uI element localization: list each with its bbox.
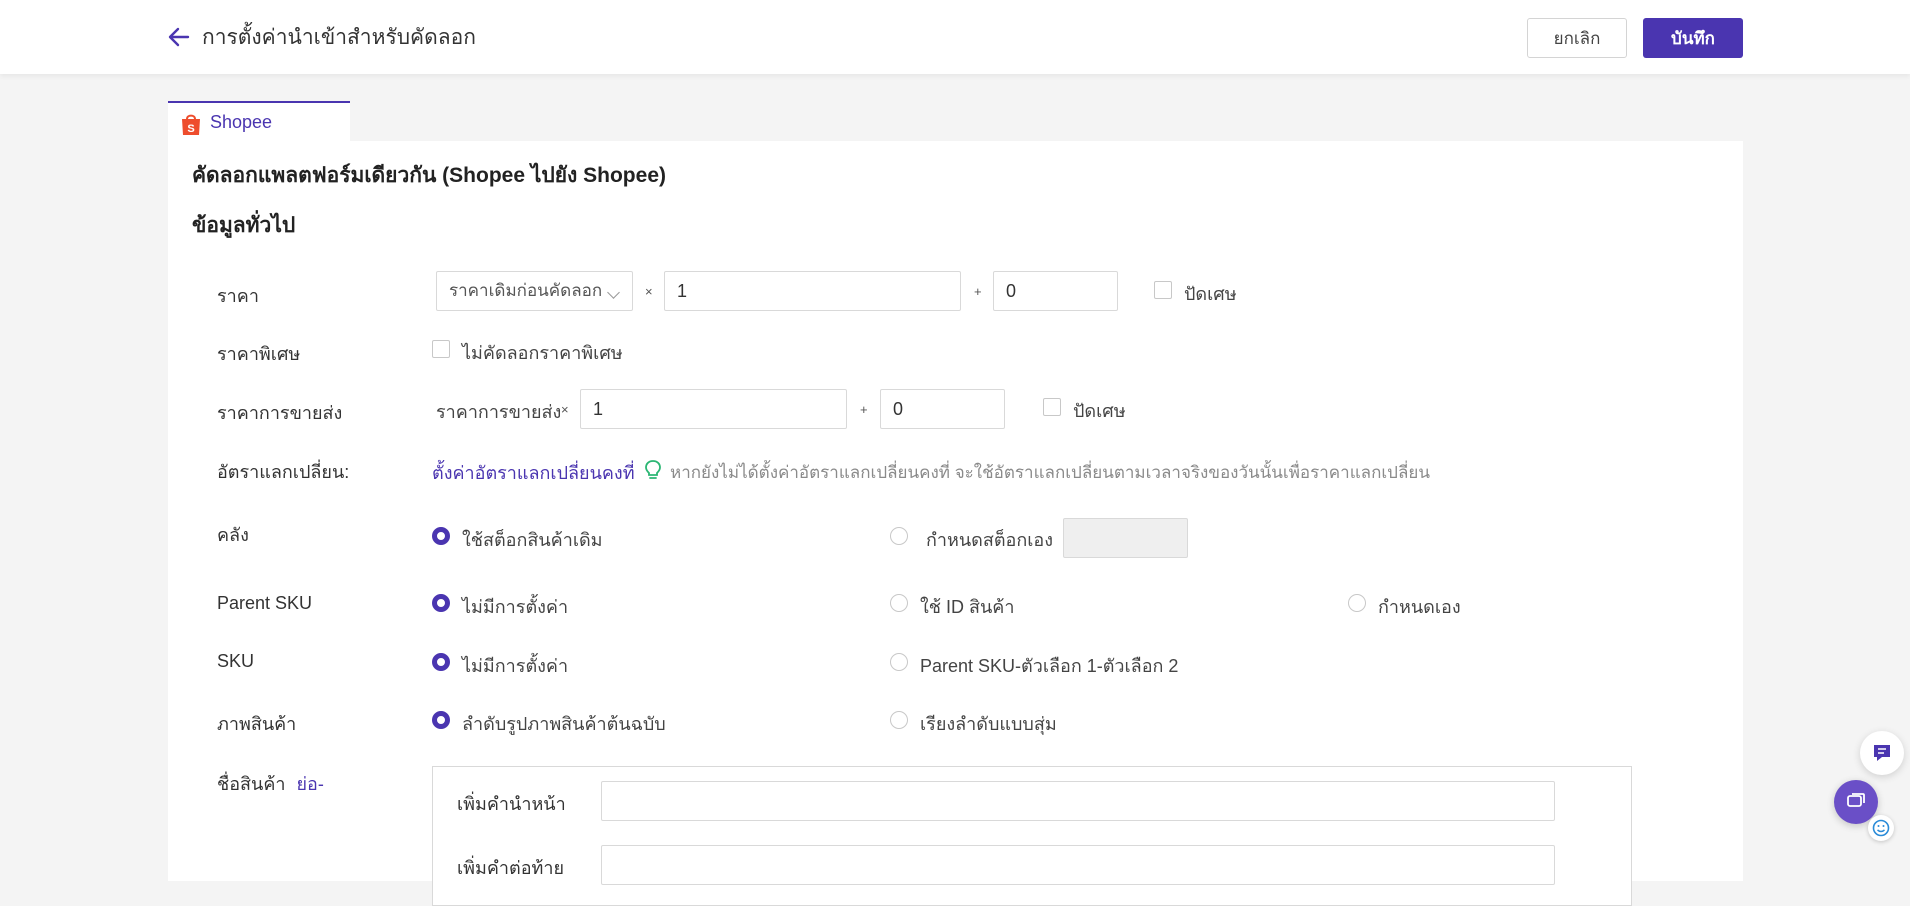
price-source-select[interactable]: ราคาเดิมก่อนคัดลอก: [436, 271, 633, 311]
price-round-label: ปัดเศษ: [1184, 284, 1237, 304]
wholesale-round-checkbox[interactable]: [1043, 398, 1061, 416]
sku-pattern-label: Parent SKU-ตัวเลือก 1-ตัวเลือก 2: [920, 656, 1179, 676]
settings-card: คัดลอกแพลตฟอร์มเดียวกัน (Shopee ไปยัง Sh…: [168, 141, 1743, 906]
tab-label: Shopee: [210, 112, 273, 132]
sku-none-label: ไม่มีการตั้งค่า: [462, 656, 569, 676]
product-name-box: เพิ่มคำนำหน้า เพิ่มคำต่อท้าย: [432, 766, 1632, 906]
parent-sku-product-id-label: ใช้ ID สินค้า: [920, 597, 1015, 617]
sku-label: SKU: [217, 651, 255, 671]
tab-shopee[interactable]: S Shopee: [168, 101, 350, 143]
plus-symbol: +: [860, 402, 868, 417]
product-name-label-text: ชื่อสินค้า: [217, 774, 286, 794]
suffix-label: เพิ่มคำต่อท้าย: [457, 858, 565, 878]
cancel-button[interactable]: ยกเลิก: [1527, 18, 1627, 58]
section-title: คัดลอกแพลตฟอร์มเดียวกัน (Shopee ไปยัง Sh…: [192, 164, 666, 187]
stock-label: คลัง: [217, 525, 249, 545]
section-subtitle: ข้อมูลทั่วไป: [192, 214, 296, 237]
images-original-order-radio[interactable]: [432, 711, 450, 729]
special-price-label: ราคาพิเศษ: [217, 344, 301, 364]
page-title: การตั้งค่านำเข้าสำหรับคัดลอก: [202, 26, 476, 49]
chat-icon: [1847, 793, 1865, 807]
parent-sku-product-id-radio[interactable]: [890, 594, 908, 612]
wholesale-prefix: ราคาการขายส่ง: [436, 402, 562, 422]
multiply-symbol: ×: [645, 284, 653, 299]
custom-stock-input[interactable]: [1063, 518, 1188, 558]
lightbulb-icon: [645, 460, 661, 479]
fixed-exchange-rate-link[interactable]: ตั้งค่าอัตราแลกเปลี่ยนคงที่: [432, 458, 635, 487]
plus-symbol: +: [974, 284, 982, 299]
parent-sku-custom-label: กำหนดเอง: [1378, 597, 1461, 617]
parent-sku-label: Parent SKU: [217, 593, 313, 613]
wholesale-addend-input[interactable]: [880, 389, 1005, 429]
back-arrow-icon[interactable]: [166, 24, 192, 50]
stock-option-original-radio[interactable]: [432, 527, 450, 545]
images-original-order-label: ลำดับรูปภาพสินค้าต้นฉบับ: [462, 714, 666, 734]
feedback-float-button[interactable]: [1860, 731, 1904, 775]
parent-sku-none-radio[interactable]: [432, 594, 450, 612]
sku-pattern-radio[interactable]: [890, 653, 908, 671]
exchange-rate-hint: หากยังไม่ได้ตั้งค่าอัตราแลกเปลี่ยนคงที่ …: [670, 463, 1430, 482]
images-random-order-radio[interactable]: [890, 711, 908, 729]
top-header: การตั้งค่านำเข้าสำหรับคัดลอก ยกเลิก บันท…: [0, 0, 1910, 74]
images-random-order-label: เรียงลำดับแบบสุ่ม: [920, 714, 1057, 734]
shopee-bag-icon: S: [182, 114, 200, 135]
smile-icon: [1872, 819, 1890, 837]
price-addend-input[interactable]: [993, 271, 1118, 311]
stock-option-original-label: ใช้สต็อกสินค้าเดิม: [462, 530, 603, 550]
chevron-down-icon: [607, 286, 620, 299]
smile-float-button[interactable]: [1868, 815, 1894, 841]
parent-sku-none-label: ไม่มีการตั้งค่า: [462, 597, 569, 617]
wholesale-label: ราคาการขายส่ง: [217, 403, 343, 423]
wholesale-round-label: ปัดเศษ: [1073, 401, 1126, 421]
sku-none-radio[interactable]: [432, 653, 450, 671]
product-name-collapse-toggle[interactable]: ย่อ-: [296, 774, 323, 794]
product-name-label: ชื่อสินค้า ย่อ-: [217, 769, 324, 798]
parent-sku-custom-radio[interactable]: [1348, 594, 1366, 612]
special-price-checkbox[interactable]: [432, 340, 450, 358]
wholesale-multiplier-input[interactable]: [580, 389, 847, 429]
stock-option-custom-label: กำหนดสต็อกเอง: [926, 530, 1054, 550]
multiply-symbol: ×: [561, 402, 569, 417]
prefix-label: เพิ่มคำนำหน้า: [457, 794, 566, 814]
feedback-icon: [1874, 745, 1890, 761]
exchange-rate-label: อัตราแลกเปลี่ยน:: [217, 462, 350, 482]
price-label: ราคา: [217, 286, 259, 306]
images-label: ภาพสินค้า: [217, 714, 297, 734]
svg-text:S: S: [187, 123, 194, 135]
price-source-value: ราคาเดิมก่อนคัดลอก: [449, 281, 603, 300]
save-button[interactable]: บันทึก: [1643, 18, 1743, 58]
stock-option-custom-radio[interactable]: [890, 527, 908, 545]
suffix-input[interactable]: [601, 845, 1555, 885]
special-price-option-label: ไม่คัดลอกราคาพิเศษ: [462, 343, 623, 363]
price-multiplier-input[interactable]: [664, 271, 961, 311]
prefix-input[interactable]: [601, 781, 1555, 821]
price-round-checkbox[interactable]: [1154, 281, 1172, 299]
